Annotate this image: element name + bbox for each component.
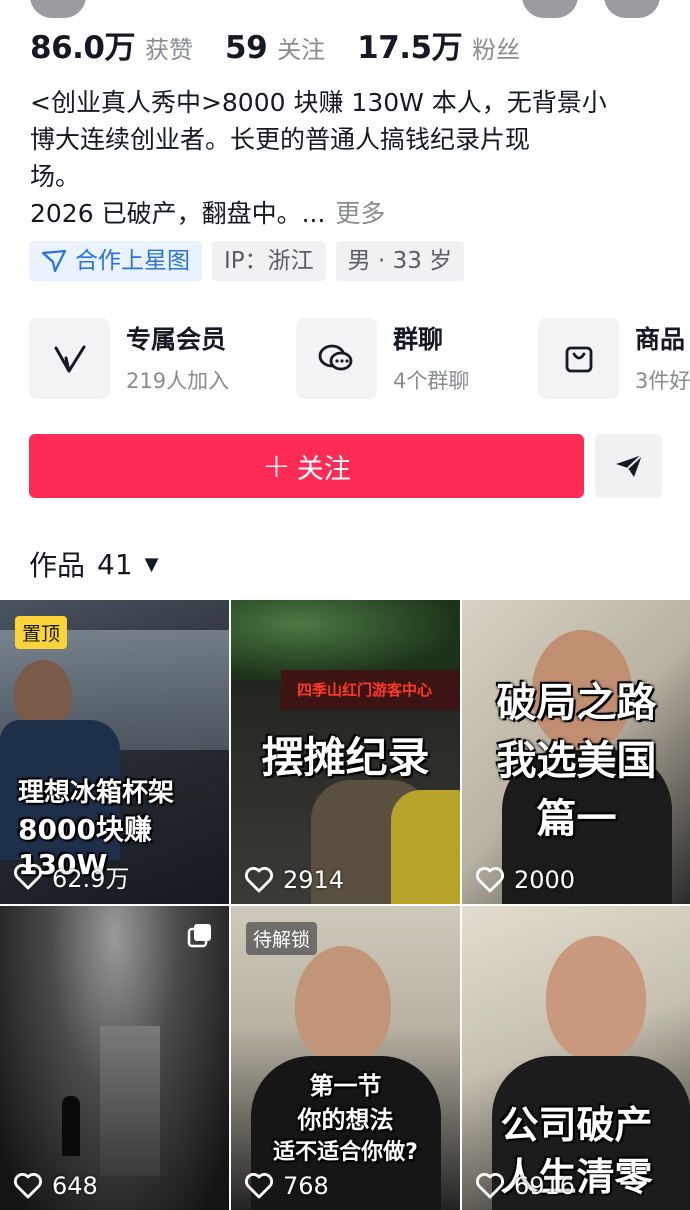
video-caption: 理想冰箱杯架 bbox=[18, 778, 175, 808]
profile-stats: 86.0万 获赞 59 关注 17.5万 粉丝 bbox=[30, 22, 552, 67]
feature-membership[interactable]: 专属会员 219人加入 bbox=[29, 318, 229, 399]
stat-following-label: 关注 bbox=[277, 36, 326, 64]
video-likes: 62.9万 bbox=[14, 859, 129, 894]
heart-icon bbox=[476, 867, 504, 893]
tree-thumbnail bbox=[231, 600, 460, 680]
video-tile[interactable]: 648 bbox=[0, 906, 229, 1210]
back-button[interactable] bbox=[30, 0, 86, 18]
follow-label: 关注 bbox=[296, 453, 351, 485]
caret-down-icon: ▼ bbox=[144, 553, 159, 575]
gate-sign: 四季山红门游客中心 bbox=[281, 670, 460, 710]
bio-line-last: 2026 已破产，翻盘中。... 更多 bbox=[30, 195, 670, 232]
person-thumbnail bbox=[295, 946, 391, 1064]
video-caption: 破局之路 bbox=[496, 680, 657, 726]
feature-title: 商品 bbox=[635, 324, 686, 354]
group-chat-icon bbox=[296, 318, 377, 399]
likes-count: 62.9万 bbox=[52, 865, 130, 893]
search-button[interactable] bbox=[522, 0, 578, 18]
multi-image-icon bbox=[187, 924, 211, 948]
star-map-icon bbox=[41, 249, 67, 273]
share-button[interactable] bbox=[595, 434, 662, 498]
video-tile[interactable]: 置顶 理想冰箱杯架 8000块赚130W 62.9万 bbox=[0, 600, 229, 904]
profile-tags: 合作上星图 IP：浙江 男 · 33 岁 bbox=[29, 241, 465, 281]
video-caption: 我选美国 bbox=[496, 738, 657, 784]
stat-likes[interactable]: 86.0万 获赞 bbox=[30, 22, 193, 67]
heart-icon bbox=[14, 1173, 42, 1199]
works-count: 41 bbox=[97, 547, 133, 581]
video-likes: 648 bbox=[14, 1172, 98, 1200]
likes-count: 768 bbox=[283, 1172, 329, 1200]
shopping-bag-icon bbox=[538, 318, 619, 399]
video-likes: 768 bbox=[245, 1172, 329, 1200]
ip-location-tag: IP：浙江 bbox=[212, 241, 326, 281]
video-caption: 第一节 bbox=[309, 1072, 382, 1100]
stat-following[interactable]: 59 关注 bbox=[225, 30, 325, 66]
gender-age-tag: 男 · 33 岁 bbox=[335, 241, 465, 281]
video-caption: 你的想法 bbox=[297, 1106, 394, 1134]
video-likes: 6916 bbox=[476, 1172, 575, 1200]
video-caption: 摆摊纪录 bbox=[261, 733, 430, 782]
bio-line: 博大连续创业者。长更的普通人搞钱纪录片现 bbox=[30, 125, 531, 154]
locked-badge: 待解锁 bbox=[246, 922, 318, 955]
works-tab[interactable]: 作品 41 ▼ bbox=[29, 544, 159, 584]
person-thumbnail bbox=[546, 936, 646, 1060]
stat-followers-number: 17.5万 bbox=[357, 30, 463, 66]
stat-followers[interactable]: 17.5万 粉丝 bbox=[357, 22, 520, 67]
bio-line: <创业真人秀中>8000 块赚 130W 本人，无背景小 bbox=[30, 88, 607, 117]
video-caption: 篇一 bbox=[536, 796, 617, 842]
star-map-label: 合作上星图 bbox=[75, 248, 190, 274]
more-button[interactable] bbox=[604, 0, 660, 18]
likes-count: 2000 bbox=[514, 866, 576, 894]
stat-likes-label: 获赞 bbox=[145, 36, 193, 64]
video-tile[interactable]: 四季山红门游客中心 摆摊纪录 2914 bbox=[231, 600, 460, 904]
silhouette-thumbnail bbox=[62, 1096, 80, 1156]
heart-icon bbox=[245, 867, 273, 893]
feature-title: 群聊 bbox=[393, 324, 444, 354]
stat-followers-label: 粉丝 bbox=[472, 36, 521, 64]
likes-count: 2914 bbox=[283, 866, 345, 894]
membership-v-icon bbox=[29, 318, 110, 399]
likes-count: 648 bbox=[52, 1172, 98, 1200]
works-label: 作品 bbox=[29, 549, 86, 582]
pinned-badge: 置顶 bbox=[15, 616, 68, 649]
feature-products[interactable]: 商品 3件好 bbox=[538, 318, 690, 399]
feature-group-chat[interactable]: 群聊 4个群聊 bbox=[296, 318, 469, 399]
video-caption: 公司破产 bbox=[500, 1103, 653, 1147]
feature-subtitle: 4个群聊 bbox=[393, 368, 470, 393]
bio-line: 2026 已破产，翻盘中。... bbox=[30, 199, 326, 228]
video-caption: 适不适合你做? bbox=[273, 1140, 418, 1165]
bio-line: 场。 bbox=[30, 162, 81, 191]
profile-bio[interactable]: <创业真人秀中>8000 块赚 130W 本人，无背景小 博大连续创业者。长更的… bbox=[30, 84, 670, 232]
send-icon bbox=[615, 454, 643, 477]
video-tile[interactable]: 公司破产 人生清零 6916 bbox=[462, 906, 690, 1210]
star-map-tag[interactable]: 合作上星图 bbox=[29, 241, 202, 281]
video-tile[interactable]: 待解锁 第一节 你的想法 适不适合你做? 768 bbox=[231, 906, 460, 1210]
heart-icon bbox=[245, 1173, 273, 1199]
plus-icon: + bbox=[262, 446, 291, 486]
likes-count: 6916 bbox=[514, 1172, 576, 1200]
feature-subtitle: 219人加入 bbox=[126, 368, 230, 393]
video-likes: 2000 bbox=[476, 866, 575, 894]
backpack-thumbnail bbox=[391, 790, 460, 904]
stat-following-number: 59 bbox=[225, 30, 268, 66]
follow-button[interactable]: + 关注 bbox=[29, 434, 584, 498]
feature-subtitle: 3件好 bbox=[635, 368, 690, 393]
bio-more-link[interactable]: 更多 bbox=[335, 199, 385, 228]
heart-icon bbox=[14, 863, 42, 889]
stat-likes-number: 86.0万 bbox=[30, 30, 136, 66]
heart-icon bbox=[476, 1173, 504, 1199]
feature-row: 专属会员 219人加入 群聊 4个群聊 商品 3件好 bbox=[29, 318, 690, 400]
video-likes: 2914 bbox=[245, 866, 344, 894]
stairs-thumbnail bbox=[100, 1026, 160, 1176]
feature-title: 专属会员 bbox=[126, 324, 227, 354]
video-tile[interactable]: 破局之路 我选美国 篇一 2000 bbox=[462, 600, 690, 904]
